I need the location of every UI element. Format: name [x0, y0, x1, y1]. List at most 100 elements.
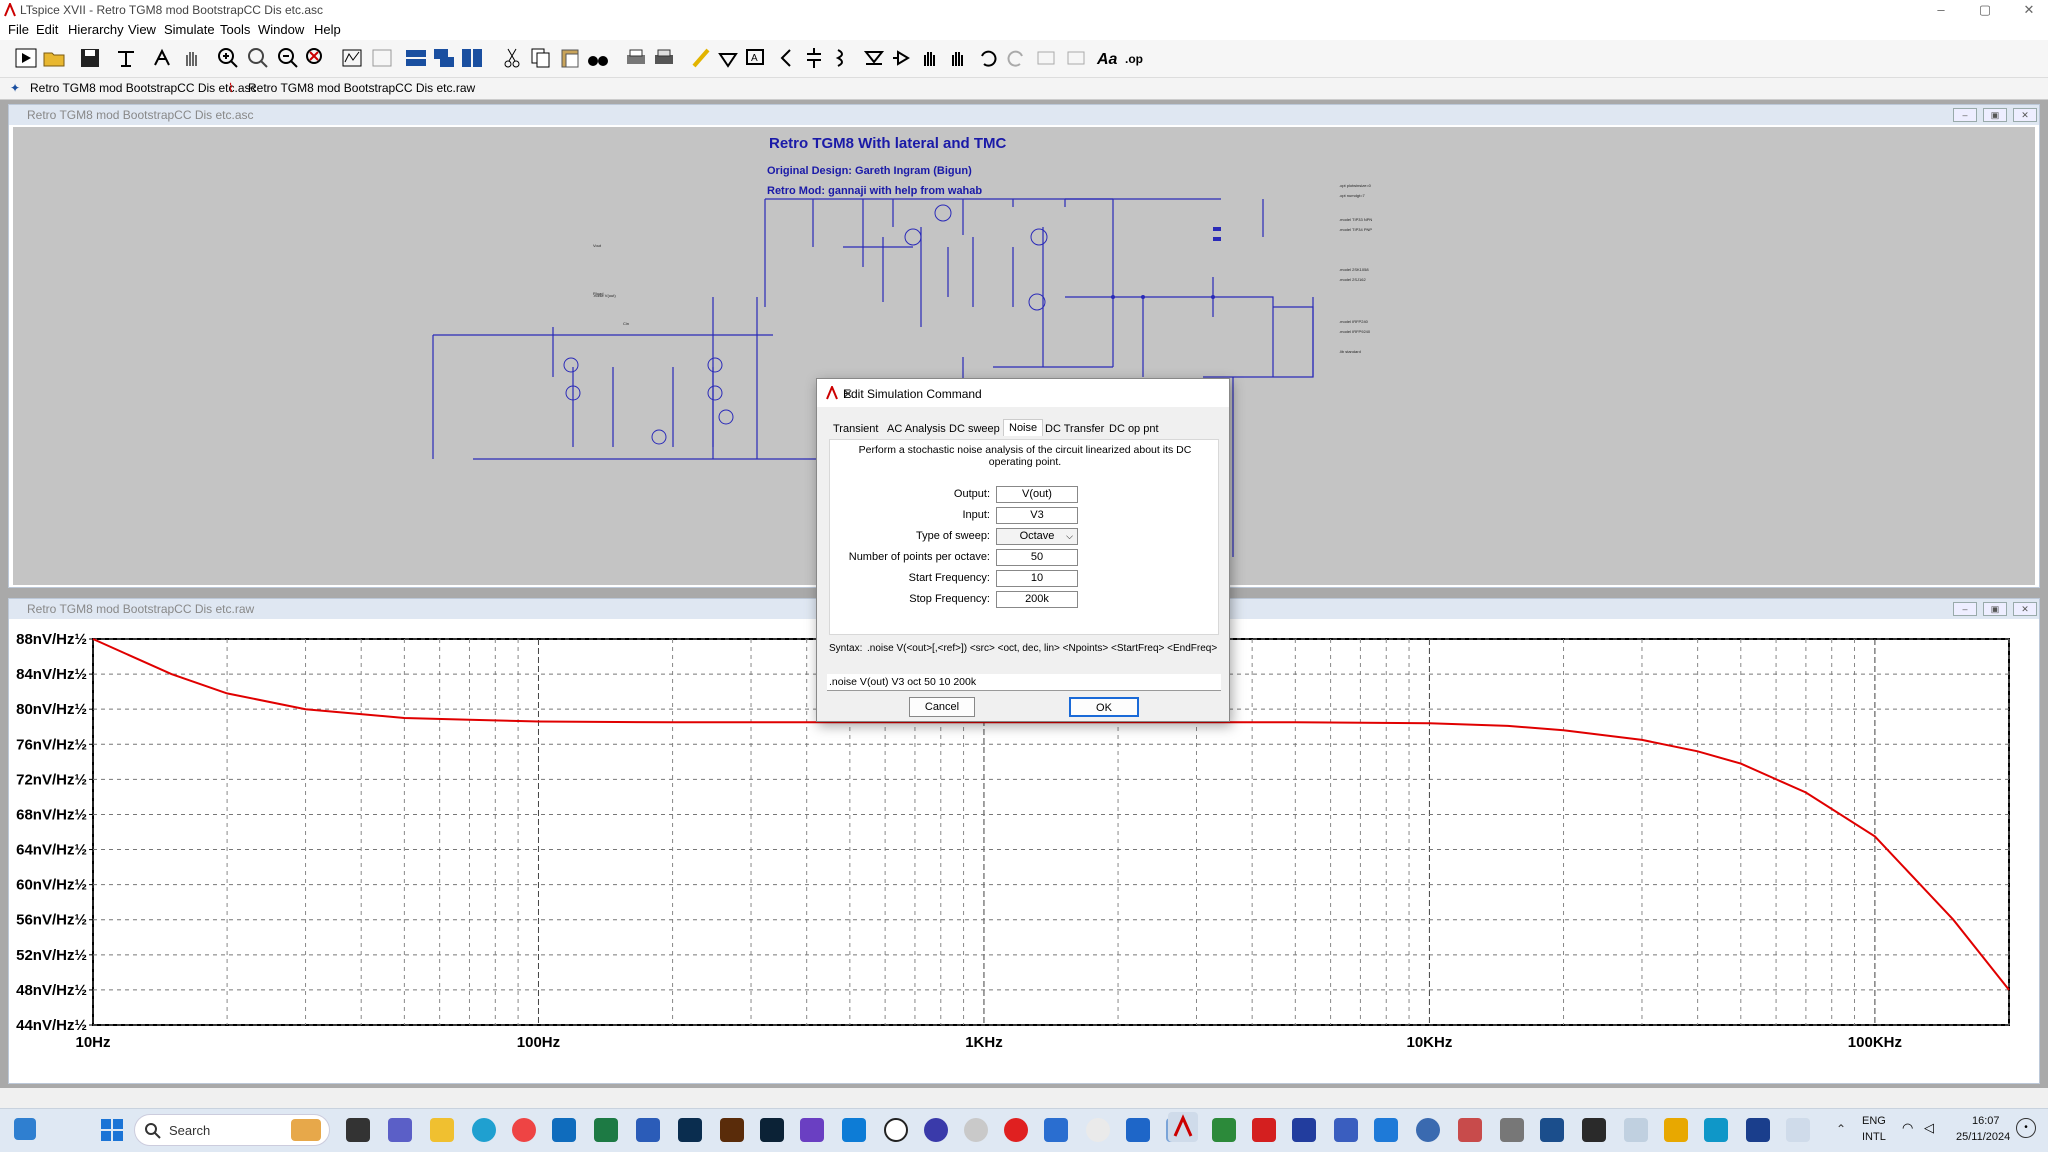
schematic-minimize-button[interactable]: –	[1953, 108, 1977, 122]
tile-vertical-icon[interactable]	[460, 46, 484, 70]
app-icon-10[interactable]	[1458, 1118, 1482, 1142]
acrobat-icon[interactable]	[1252, 1118, 1276, 1142]
volume-icon[interactable]: ◁	[1924, 1120, 1934, 1136]
zoom-cancel-icon[interactable]	[304, 46, 328, 70]
rotate-icon[interactable]	[1034, 46, 1058, 70]
diode-icon[interactable]	[862, 46, 886, 70]
chrome-icon[interactable]	[512, 1118, 536, 1142]
excel-icon[interactable]	[594, 1118, 618, 1142]
label-net-icon[interactable]: A	[744, 46, 768, 70]
start-frequency-field[interactable]: 10	[996, 570, 1078, 587]
cut-icon[interactable]	[500, 46, 524, 70]
zoom-in-icon[interactable]	[216, 46, 240, 70]
app-icon-14[interactable]	[1664, 1118, 1688, 1142]
outlook-icon[interactable]	[552, 1118, 576, 1142]
photoshop-icon[interactable]	[678, 1118, 702, 1142]
menu-help[interactable]: Help	[314, 22, 341, 37]
resistor-icon[interactable]	[802, 46, 826, 70]
schematic-restore-button[interactable]: ▣	[1983, 108, 2007, 122]
calendar-icon[interactable]	[1044, 1118, 1068, 1142]
tab-dc-op-pnt[interactable]: DC op pnt	[1109, 423, 1159, 435]
ltspice-taskbar-icon-2[interactable]	[1786, 1118, 1810, 1142]
open-icon[interactable]	[42, 46, 66, 70]
taskbar-search-box[interactable]: Search	[134, 1114, 330, 1146]
app-icon-8[interactable]	[1334, 1118, 1358, 1142]
start-icon[interactable]	[100, 1118, 124, 1142]
input-field[interactable]: V3	[996, 507, 1078, 524]
redo-icon[interactable]	[1004, 46, 1028, 70]
ltspice-taskbar-icon[interactable]	[1168, 1112, 1198, 1142]
ground-icon[interactable]	[716, 46, 740, 70]
menu-simulate[interactable]: Simulate	[164, 22, 215, 37]
print-icon[interactable]	[624, 46, 648, 70]
find-icon[interactable]	[586, 46, 610, 70]
headphones-icon[interactable]	[924, 1118, 948, 1142]
tab-ac-analysis[interactable]: AC Analysis	[887, 423, 946, 435]
zoom-fit-icon[interactable]	[276, 46, 300, 70]
tab-transient[interactable]: Transient	[833, 423, 878, 435]
paste-icon[interactable]	[558, 46, 582, 70]
waveform-minimize-button[interactable]: –	[1953, 602, 1977, 616]
menu-window[interactable]: Window	[258, 22, 304, 37]
teams-icon[interactable]	[388, 1118, 412, 1142]
menu-edit[interactable]: Edit	[36, 22, 58, 37]
clock-time[interactable]: 16:07	[1972, 1115, 2000, 1127]
copy-icon[interactable]	[528, 46, 552, 70]
language-indicator[interactable]: ENG	[1862, 1115, 1886, 1127]
close-window-button[interactable]: ✕	[2014, 1, 2044, 19]
waveform-restore-button[interactable]: ▣	[1983, 602, 2007, 616]
tab-waveform[interactable]: Retro TGM8 mod BootstrapCC Dis etc.raw	[248, 81, 475, 95]
command-preview[interactable]: .noise V(out) V3 oct 50 10 200k	[827, 674, 1221, 691]
zoom-out-icon[interactable]	[246, 46, 270, 70]
minimize-button[interactable]: –	[1926, 1, 1956, 19]
app-icon-5[interactable]	[1086, 1118, 1110, 1142]
output-field[interactable]: V(out)	[996, 486, 1078, 503]
app-icon-6[interactable]	[1212, 1118, 1236, 1142]
spice-directive-icon[interactable]: .op	[1124, 46, 1148, 70]
control-panel-icon[interactable]	[114, 46, 138, 70]
grid-icon[interactable]	[370, 46, 394, 70]
draw-wire-icon[interactable]	[690, 46, 714, 70]
widgets-icon[interactable]	[14, 1118, 36, 1140]
save-icon[interactable]	[78, 46, 102, 70]
undo-icon[interactable]	[976, 46, 1000, 70]
run-icon[interactable]	[14, 46, 38, 70]
tile-horizontal-icon[interactable]	[404, 46, 428, 70]
cancel-button[interactable]: Cancel	[909, 697, 975, 717]
app-icon-15[interactable]	[1704, 1118, 1728, 1142]
pan-hand-icon[interactable]	[180, 46, 204, 70]
chevron-up-icon[interactable]: ⌃	[1836, 1122, 1846, 1136]
tab-schematic[interactable]: Retro TGM8 mod BootstrapCC Dis etc.asc	[30, 81, 257, 95]
run-cursor-icon[interactable]	[150, 46, 174, 70]
file-explorer-icon[interactable]	[430, 1118, 454, 1142]
dropbox-icon[interactable]	[1374, 1118, 1398, 1142]
app-icon-13[interactable]	[1624, 1118, 1648, 1142]
photos-icon[interactable]	[1126, 1118, 1150, 1142]
word-icon[interactable]	[636, 1118, 660, 1142]
drag-icon[interactable]	[946, 46, 970, 70]
dell-icon[interactable]	[884, 1118, 908, 1142]
app-icon-4[interactable]	[1004, 1118, 1028, 1142]
maximize-button[interactable]: ▢	[1970, 1, 2000, 19]
mirror-icon[interactable]	[1064, 46, 1088, 70]
dialog-close-button[interactable]: ✕	[843, 387, 1219, 401]
menu-tools[interactable]: Tools	[220, 22, 250, 37]
stop-frequency-field[interactable]: 200k	[996, 591, 1078, 608]
clock-date[interactable]: 25/11/2024	[1956, 1131, 2010, 1143]
cascade-icon[interactable]	[432, 46, 456, 70]
app-icon-7[interactable]	[1292, 1118, 1316, 1142]
points-field[interactable]: 50	[996, 549, 1078, 566]
printer-icon[interactable]	[1500, 1118, 1524, 1142]
app-icon-2[interactable]	[842, 1118, 866, 1142]
app-icon-11[interactable]	[1540, 1118, 1564, 1142]
app-icon-1[interactable]	[800, 1118, 824, 1142]
tab-dc-sweep[interactable]: DC sweep	[949, 423, 1000, 435]
menu-file[interactable]: File	[8, 22, 29, 37]
tab-dc-transfer[interactable]: DC Transfer	[1045, 423, 1104, 435]
edge-icon[interactable]	[472, 1118, 496, 1142]
lightroom-icon[interactable]	[760, 1118, 784, 1142]
menu-hierarchy[interactable]: Hierarchy	[68, 22, 124, 37]
sweep-type-select[interactable]: Octave ⌵	[996, 528, 1078, 545]
capacitor-icon[interactable]	[774, 46, 798, 70]
app-icon-12[interactable]	[1582, 1118, 1606, 1142]
